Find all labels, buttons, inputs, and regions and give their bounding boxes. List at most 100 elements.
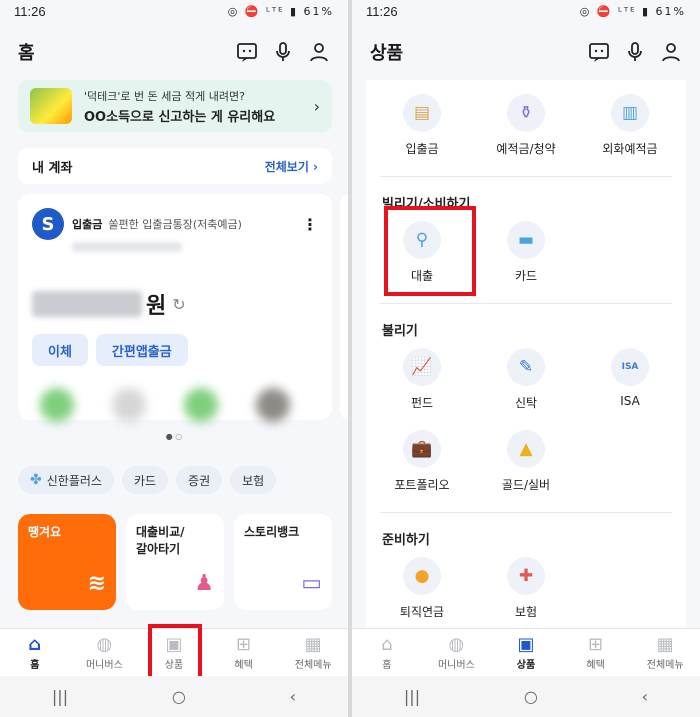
nav-benefits[interactable]: ⊞ 혜택 (209, 629, 279, 676)
nav-label: 전체메뉴 (294, 660, 332, 671)
status-icons: ◎ ⛔ ᴸᵀᴱ ▮ 61% (579, 4, 686, 18)
nav-label: 혜택 (586, 660, 605, 671)
product-label: 예적금/청약 (496, 142, 556, 156)
product-pension[interactable]: ● 퇴직연금 (370, 553, 474, 628)
more-options-icon[interactable]: ⋮ (302, 215, 318, 234)
balance-masked (32, 291, 142, 317)
recent-apps-icon[interactable]: ||| (52, 687, 68, 706)
product-label: 신탁 (514, 396, 538, 410)
back-icon[interactable]: ‹ (642, 687, 648, 706)
chat-icon[interactable] (588, 41, 610, 63)
nav-label: 머니버스 (437, 660, 475, 671)
recent-apps-icon[interactable]: ||| (404, 687, 420, 706)
nav-moneyverse[interactable]: ◍ 머니버스 (422, 629, 492, 676)
chip-insurance[interactable]: 보험 (230, 466, 277, 494)
product-isa[interactable]: ISA ISA (578, 344, 682, 426)
service-chips: ✤ 신한플러스 카드 증권 보험 (18, 466, 277, 494)
product-portfolio[interactable]: 💼 포트폴리오 (370, 426, 474, 508)
view-all-link[interactable]: 전체보기 › (265, 158, 318, 175)
chat-bubbles-icon: ▭ (301, 571, 322, 597)
chevron-right-icon: › (313, 96, 320, 116)
promo-line2: OO소득으로 신고하는 게 유리해요 (84, 109, 276, 125)
nav-moneyverse[interactable]: ◍ 머니버스 (70, 629, 140, 676)
account-number-masked (72, 242, 182, 252)
my-accounts-title: 내 계좌 (32, 160, 73, 176)
account-card[interactable]: S 입출금 쏠편한 입출금통장(저축예금) ⋮ 원 ↻ 이체 간편앱출금 (18, 194, 332, 422)
product-trust[interactable]: ✎ 신탁 (474, 344, 578, 426)
product-gold-silver[interactable]: ▲ 골드/실버 (474, 426, 578, 508)
product-card[interactable]: ▬ 카드 (474, 217, 578, 299)
product-label: 입출금 (405, 142, 439, 156)
section-prepare-title: 준비하기 (382, 532, 430, 548)
product-foreign-savings[interactable]: ▥ 외화예적금 (578, 90, 682, 172)
nav-label: 머니버스 (85, 660, 123, 671)
credit-card-icon: ▬ (507, 221, 545, 259)
account-name: 쏠편한 입출금통장(저축예금) (108, 218, 242, 231)
nav-products[interactable]: ▣ 상품 (491, 629, 561, 676)
chip-label: 신한플러스 (46, 473, 102, 488)
bank-logo-icon: S (32, 208, 64, 240)
product-fund[interactable]: 📈 펀드 (370, 344, 474, 426)
tile-label: 대출비교/ 갈아타기 (136, 525, 185, 556)
product-label: 카드 (514, 269, 538, 283)
profile-icon[interactable] (660, 41, 682, 63)
promo-line1: '덕테크'로 번 돈 세금 적게 내려면? (84, 89, 245, 103)
chat-icon[interactable] (236, 41, 258, 63)
microphone-icon[interactable] (624, 41, 646, 63)
nav-all-menu[interactable]: ▦ 전체메뉴 (630, 629, 700, 676)
chip-shinhan-plus[interactable]: ✤ 신한플러스 (18, 466, 114, 494)
nav-home[interactable]: ⌂ 홈 (0, 629, 70, 676)
noodle-icon: ≋ (87, 571, 106, 597)
nav-label: 상품 (516, 660, 536, 671)
product-insurance[interactable]: ✚ 보험 (474, 553, 578, 628)
products-list: ▤ 입출금 ⚱ 예적금/청약 ▥ 외화예적금 빌리기/소비하기 ⚲ 대출 ▬ 카드 불리기… (366, 80, 686, 628)
foreign-currency-icon: ▥ (611, 94, 649, 132)
microphone-icon[interactable] (272, 41, 294, 63)
home-icon: ⌂ (381, 634, 393, 655)
document-pen-icon: ✎ (507, 348, 545, 386)
gold-bars-icon: ▲ (507, 430, 545, 468)
chip-securities[interactable]: 증권 (176, 466, 223, 494)
products-tab-highlight (148, 624, 202, 680)
moneyverse-icon: ◍ (448, 634, 465, 655)
nav-label: 전체메뉴 (646, 660, 684, 671)
product-label: 펀드 (410, 396, 434, 410)
promo-banner[interactable]: '덕테크'로 번 돈 세금 적게 내려면? OO소득으로 신고하는 게 유리해요… (18, 80, 332, 132)
shopping-bag-icon: ▣ (517, 634, 535, 655)
home-button-icon[interactable]: ○ (172, 687, 186, 706)
refresh-icon[interactable]: ↻ (172, 295, 185, 314)
product-label: 퇴직연금 (399, 605, 445, 619)
product-label: 골드/실버 (501, 478, 551, 492)
tile-loan-compare[interactable]: 대출비교/ 갈아타기 ♟ (126, 514, 224, 610)
home-button-icon[interactable]: ○ (524, 687, 538, 706)
moneyverse-icon: ◍ (96, 634, 113, 655)
product-deposit[interactable]: ▤ 입출금 (370, 90, 474, 172)
chart-icon: 📈 (403, 348, 441, 386)
transfer-button[interactable]: 이체 (32, 334, 88, 366)
tile-ttaenggyeoyo[interactable]: 땡겨요 ≋ (18, 514, 116, 610)
next-account-card[interactable] (340, 194, 348, 420)
products-screen: 11:26 ◎ ⛔ ᴸᵀᴱ ▮ 61% 상품 ▤ 입출금 ⚱ 예적금/청약 ▥ 외화예… (352, 0, 700, 717)
nav-benefits[interactable]: ⊞ 혜택 (561, 629, 631, 676)
status-time: 11:26 (366, 3, 398, 19)
nav-all-menu[interactable]: ▦ 전체메뉴 (278, 629, 348, 676)
grid-menu-icon: ▦ (304, 634, 322, 655)
blurred-shortcut (112, 388, 146, 422)
app-withdraw-button[interactable]: 간편앱출금 (95, 334, 188, 366)
chip-card[interactable]: 카드 (121, 466, 169, 494)
nav-label: 홈 (382, 660, 392, 671)
product-savings[interactable]: ⚱ 예적금/청약 (474, 90, 578, 172)
nav-label: 홈 (30, 660, 40, 671)
profile-icon[interactable] (308, 41, 330, 63)
money-bag-icon: ♟ (194, 571, 214, 597)
back-icon[interactable]: ‹ (290, 687, 296, 706)
page-title: 상품 (370, 43, 404, 64)
my-accounts-header: 내 계좌 전체보기 › (18, 148, 332, 184)
tile-story-bank[interactable]: 스토리뱅크 ▭ (234, 514, 332, 610)
clover-icon: ✤ (30, 472, 42, 488)
currency-unit: 원 (146, 294, 167, 319)
product-label: 보험 (514, 605, 538, 619)
nav-home[interactable]: ⌂ 홈 (352, 629, 422, 676)
status-bar: 11:26 ◎ ⛔ ᴸᵀᴱ ▮ 61% (352, 0, 700, 22)
page-title: 홈 (18, 43, 35, 64)
